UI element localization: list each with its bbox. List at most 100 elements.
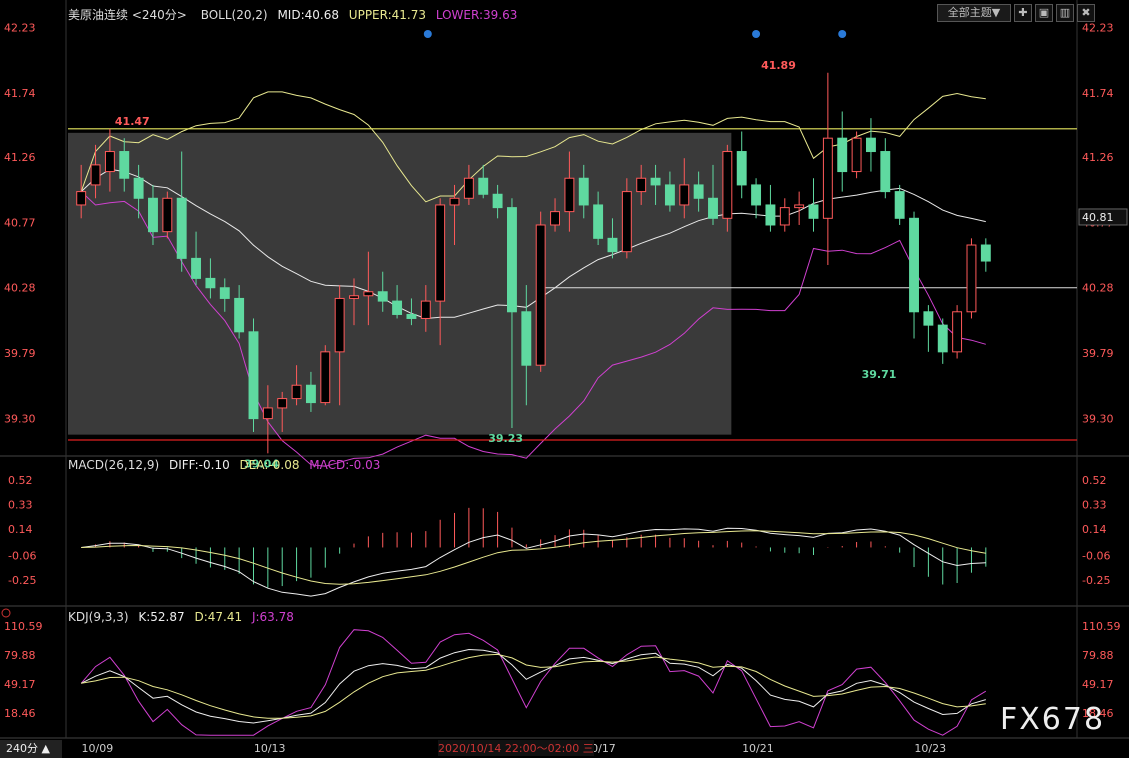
candle-body — [234, 297, 245, 333]
candle-body — [607, 237, 618, 253]
candle-body — [722, 151, 733, 219]
candle-body — [980, 244, 991, 262]
period-button[interactable]: 240分 ▲ — [0, 740, 62, 758]
current-price-label: 40.81 — [1082, 211, 1114, 224]
candle-body — [794, 204, 805, 209]
kdj-d: D:47.41 — [194, 610, 243, 624]
period-label: <240分> — [131, 8, 187, 22]
kdj-tick-label: 49.17 — [4, 678, 36, 691]
kdj-j-line — [80, 629, 987, 736]
macd-tick-label: 0.14 — [8, 523, 33, 536]
candle-body — [363, 291, 374, 297]
kdj-k-line — [80, 648, 986, 724]
theme-dropdown[interactable]: 全部主题▼ — [937, 4, 1011, 22]
candle-body — [550, 211, 560, 226]
candle-body — [894, 191, 905, 219]
macd-diff-line — [81, 527, 986, 597]
boll-mid: MID:40.68 — [277, 8, 339, 22]
candle-body — [664, 184, 675, 206]
price-annotation: 41.47 — [115, 115, 150, 128]
candle-body — [205, 277, 216, 289]
candle-body — [90, 164, 101, 186]
candle-body — [521, 311, 532, 366]
selection-box — [68, 132, 732, 435]
candle-body — [392, 300, 403, 315]
candle-body — [478, 177, 489, 195]
candle-body — [277, 398, 288, 409]
kdj-tick-label: 18.46 — [4, 707, 36, 720]
candle-body — [507, 207, 517, 313]
candle-body — [650, 177, 661, 186]
price-tick-label: 40.77 — [4, 216, 36, 229]
price-annotation: 41.89 — [761, 59, 796, 72]
x-date-label: 10/23 — [914, 742, 946, 755]
price-tick-label: 39.79 — [1082, 347, 1114, 360]
macd-label: MACD(26,12,9) — [68, 458, 160, 472]
price-tick-label: 41.26 — [1082, 151, 1114, 164]
close-icon[interactable]: ✖ — [1077, 4, 1095, 22]
candle-body — [535, 224, 546, 366]
candle-body — [808, 204, 819, 219]
crosshair-time-label: 2020/10/14 22:00～02:00 三 — [438, 740, 594, 756]
candle-body — [693, 184, 704, 199]
candle-body — [564, 177, 575, 213]
price-annotation: 39.23 — [488, 432, 523, 445]
x-date-label: 10/13 — [254, 742, 286, 755]
boll-label: BOLL(20,2) — [200, 8, 268, 22]
window-icon[interactable]: ▣ — [1035, 4, 1053, 22]
candle-body — [191, 257, 202, 279]
macd-dea-line — [81, 530, 986, 585]
price-tick-label: 39.79 — [4, 347, 36, 360]
macd-tick-label: -0.25 — [8, 574, 36, 587]
settings-icon — [1, 608, 11, 618]
kdj-k: K:52.87 — [138, 610, 185, 624]
layout-icon[interactable]: ▥ — [1056, 4, 1074, 22]
candle-body — [162, 197, 173, 233]
candle-body — [291, 384, 302, 400]
boll-lower: LOWER:39.63 — [435, 8, 518, 22]
candle-body — [708, 197, 718, 219]
candle-body — [349, 295, 359, 299]
macd-tick-label: 0.33 — [8, 499, 33, 512]
candle-body — [219, 287, 230, 299]
candle-body — [880, 151, 891, 193]
add-icon[interactable]: ✚ — [1014, 4, 1032, 22]
macd-tick-label: -0.06 — [1082, 549, 1110, 562]
watermark: FX678 — [1000, 702, 1106, 737]
price-chart[interactable]: 42.2342.2341.7441.7441.2641.2640.7740.77… — [0, 0, 1129, 758]
candle-body — [492, 193, 503, 209]
candle-body — [909, 217, 919, 313]
candle-body — [463, 177, 474, 199]
boll-upper: UPPER:41.73 — [348, 8, 426, 22]
price-tick-label: 42.23 — [1082, 21, 1114, 34]
candle-body — [851, 137, 862, 173]
candle-body — [966, 244, 977, 313]
candle-body — [305, 384, 316, 404]
macd-tick-label: 0.52 — [1082, 474, 1107, 487]
candle-body — [262, 407, 273, 420]
x-date-label: 10/09 — [82, 742, 114, 755]
price-annotation: 39.71 — [862, 368, 897, 381]
macd-header: MACD(26,12,9) DIFF:-0.10 DEA:-0.08 MACD:… — [68, 458, 380, 472]
x-date-label: 10/21 — [742, 742, 774, 755]
candle-body — [751, 184, 762, 206]
macd-tick-label: 0.33 — [1082, 499, 1107, 512]
kdj-j: J:63.78 — [251, 610, 294, 624]
candle-body — [435, 204, 446, 302]
price-tick-label: 39.30 — [4, 413, 36, 426]
kdj-tick-label: 110.59 — [1082, 620, 1121, 633]
candle-body — [377, 291, 388, 302]
macd-diff: DIFF:-0.10 — [168, 458, 230, 472]
candle-body — [937, 324, 948, 353]
macd-tick-label: -0.06 — [8, 549, 36, 562]
candle-body — [406, 313, 417, 319]
candle-body — [923, 311, 934, 326]
candle-body — [765, 204, 776, 226]
price-tick-label: 41.74 — [4, 87, 36, 100]
candle-body — [593, 204, 604, 239]
candle-body — [779, 207, 790, 226]
macd-value: MACD:-0.03 — [309, 458, 381, 472]
kdj-tick-label: 49.17 — [1082, 678, 1114, 691]
event-dot — [752, 30, 761, 38]
candle-body — [119, 151, 130, 179]
